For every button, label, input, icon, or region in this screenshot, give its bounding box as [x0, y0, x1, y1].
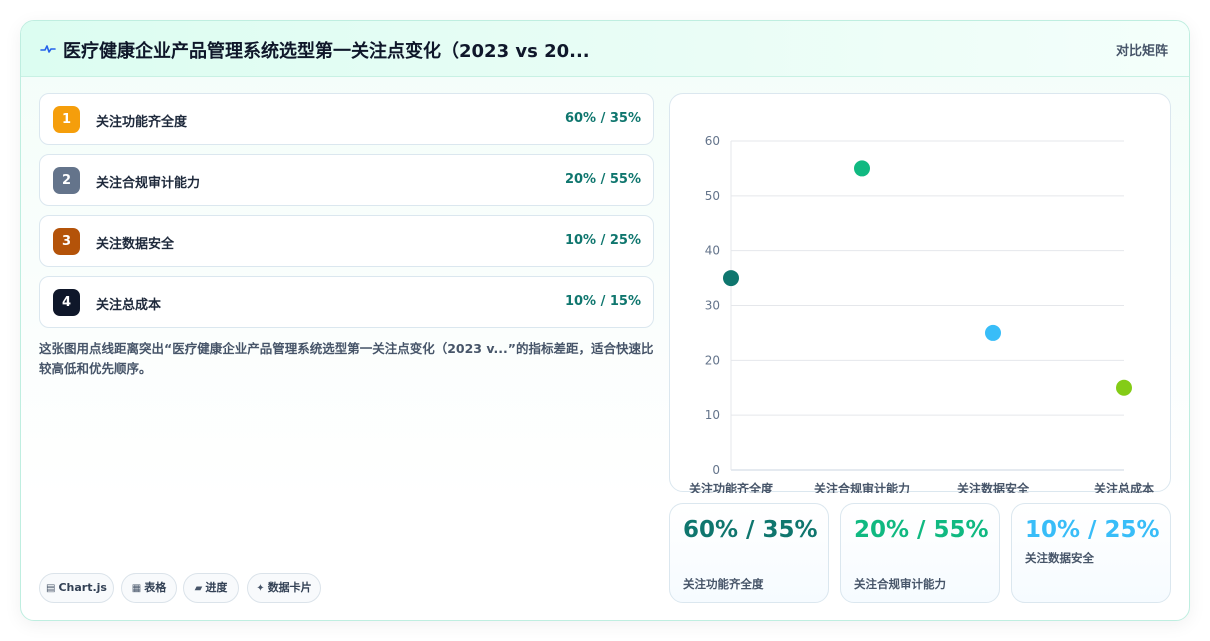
ranking-item-4: 4 关注总成本 10% / 15%: [39, 276, 654, 328]
stat-label: 关注合规审计能力: [854, 577, 946, 591]
chip-table[interactable]: ▦ 表格: [121, 573, 177, 603]
header: 医疗健康企业产品管理系统选型第一关注点变化（2023 vs 20... 对比矩阵: [21, 21, 1189, 77]
chart-panel: 0 10 20 30 40 50 60 关注功能齐全度 关注合规审计能力 关注数据安全 关注总成本: [669, 93, 1171, 493]
chart-description: 这张图用点线距离突出“医疗健康企业产品管理系统选型第一关注点变化（2023 v.…: [39, 341, 654, 376]
data-point: [1116, 379, 1132, 396]
ranking-item-2: 2 关注合规审计能力 20% / 55%: [39, 154, 654, 206]
ranking-value: 10% / 25%: [564, 233, 641, 248]
sparkle-icon: ✦: [256, 583, 265, 594]
stat-value: 20% / 55%: [854, 517, 989, 543]
data-point: [854, 160, 870, 177]
chip-progress[interactable]: ▰ 进度: [183, 573, 239, 603]
ranking-value: 10% / 15%: [564, 294, 641, 309]
stat-label: 关注功能齐全度: [683, 577, 764, 591]
rank-badge: 2: [53, 167, 80, 194]
pulse-icon: [40, 45, 56, 53]
rank-badge: 4: [53, 289, 80, 316]
chip-label: Chart.js: [58, 581, 107, 594]
chip-chartjs[interactable]: ▤ Chart.js: [39, 573, 114, 603]
chip-label: 数据卡片: [267, 581, 312, 594]
ranking-value: 60% / 35%: [564, 111, 641, 126]
data-point: [723, 270, 739, 287]
data-point: [985, 324, 1001, 341]
y-tick-label: 20: [705, 353, 720, 367]
rank-badge: 3: [53, 228, 80, 255]
ranking-value: 20% / 55%: [564, 172, 641, 187]
rank-badge: 1: [53, 106, 80, 133]
x-tick-label: 关注总成本: [1094, 481, 1154, 493]
y-tick-label: 40: [705, 244, 720, 258]
ranking-label: 关注数据安全: [96, 237, 175, 252]
ranking-item-1: 1 关注功能齐全度 60% / 35%: [39, 93, 654, 145]
page-title: 医疗健康企业产品管理系统选型第一关注点变化（2023 vs 20...: [63, 41, 590, 62]
y-tick-label: 0: [712, 463, 720, 477]
y-tick-label: 30: [705, 299, 720, 313]
y-tick-label: 50: [705, 189, 720, 203]
table-icon: ▦: [131, 583, 142, 594]
stat-value: 60% / 35%: [683, 517, 818, 543]
scatter-chart: 0 10 20 30 40 50 60 关注功能齐全度 关注合规审计能力 关注数据安全 关注总成本: [689, 134, 1154, 493]
chip-label: 表格: [144, 581, 167, 594]
y-tick-label: 10: [705, 408, 720, 422]
chip-data-card[interactable]: ✦ 数据卡片: [247, 573, 321, 603]
ranking-label: 关注总成本: [96, 298, 162, 313]
stat-label: 关注数据安全: [1025, 551, 1094, 565]
y-tick-label: 60: [705, 134, 720, 148]
stat-card-1: 60% / 35% 关注功能齐全度: [669, 503, 829, 603]
ranking-item-3: 3 关注数据安全 10% / 25%: [39, 215, 654, 267]
stat-value: 10% / 25%: [1025, 517, 1160, 543]
ranking-label: 关注合规审计能力: [96, 176, 201, 191]
stat-card-3: 10% / 25% 关注数据安全: [1011, 503, 1171, 603]
ranking-label: 关注功能齐全度: [96, 115, 188, 130]
chip-label: 进度: [205, 581, 228, 594]
x-tick-label: 关注数据安全: [957, 481, 1030, 493]
progress-icon: ▰: [194, 583, 203, 594]
x-tick-label: 关注合规审计能力: [814, 481, 910, 493]
view-tag: 对比矩阵: [1115, 44, 1168, 59]
stat-card-2: 20% / 55% 关注合规审计能力: [840, 503, 1000, 603]
x-tick-label: 关注功能齐全度: [689, 481, 774, 493]
main-card: 医疗健康企业产品管理系统选型第一关注点变化（2023 vs 20... 对比矩阵…: [20, 20, 1190, 621]
chart-icon: ▤: [46, 583, 56, 594]
